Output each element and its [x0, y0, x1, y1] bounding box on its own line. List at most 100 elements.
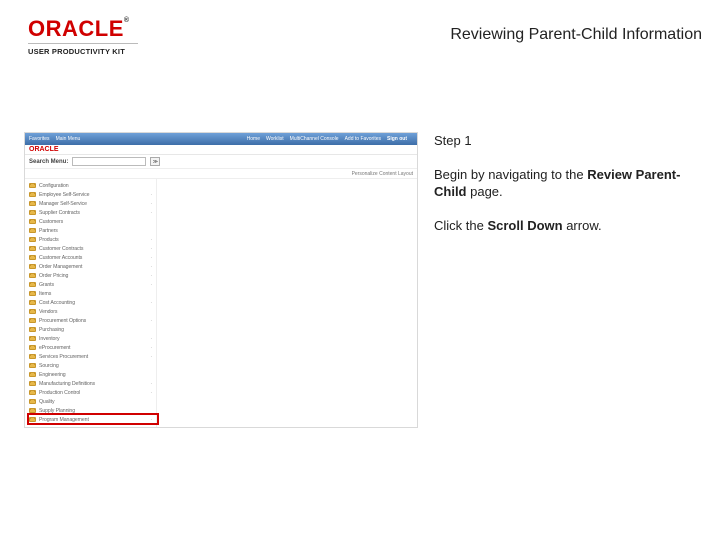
menu-item-label: Products	[39, 237, 59, 243]
menu-item[interactable]: Customers	[29, 217, 154, 226]
menu-item[interactable]: Customer Contracts ·	[29, 244, 154, 253]
instruction-panel: Step 1 Begin by navigating to the Review…	[434, 132, 702, 250]
menu-item-label: Procurement Options	[39, 318, 86, 324]
folder-icon	[29, 336, 36, 341]
menu-item[interactable]: Engineering	[29, 370, 154, 379]
brand-name: ORACLE	[28, 16, 124, 41]
subtoolbar: Personalize Content Layout	[25, 169, 417, 179]
menu-item[interactable]: Production Control ·	[29, 388, 154, 397]
menu-item[interactable]: Grants·	[29, 280, 154, 289]
folder-icon	[29, 309, 36, 314]
menu-item[interactable]: Purchasing	[29, 325, 154, 334]
submenu-indicator-icon: ·	[150, 381, 154, 387]
brand-subtitle: USER PRODUCTIVITY KIT	[28, 47, 138, 56]
menu-item-label: Production Control	[39, 390, 80, 396]
brand-wordmark: ORACLE®	[28, 18, 138, 40]
submenu-indicator-icon: ·	[150, 264, 154, 270]
menu-item[interactable]: Manufacturing Definitions·	[29, 379, 154, 388]
menu-item-label: Employee Self-Service	[39, 192, 89, 198]
folder-icon	[29, 201, 36, 206]
submenu-indicator-icon: ·	[150, 192, 154, 198]
menu-item-label: Program Management	[39, 417, 89, 423]
personalize-link[interactable]: Personalize Content Layout	[352, 171, 413, 177]
submenu-indicator-icon: ·	[150, 246, 154, 252]
menu-item-label: Quality	[39, 399, 54, 405]
folder-icon	[29, 345, 36, 350]
topbar-worklist[interactable]: Worklist	[266, 136, 284, 142]
menu-item-label: Customers	[39, 219, 63, 225]
brand-logo: ORACLE® USER PRODUCTIVITY KIT	[28, 18, 138, 56]
folder-icon	[29, 318, 36, 323]
menu-item[interactable]: Supplier Contracts·	[29, 208, 154, 217]
menu-item-label: Sourcing	[39, 363, 59, 369]
menu-item[interactable]: eProcurement·	[29, 343, 154, 352]
menu-item[interactable]: Partners	[29, 226, 154, 235]
submenu-indicator-icon: ·	[150, 255, 154, 261]
folder-icon	[29, 228, 36, 233]
folder-icon	[29, 372, 36, 377]
submenu-indicator-icon: ·	[150, 336, 154, 342]
search-row: Search Menu: ≫	[25, 155, 417, 169]
page-title: Reviewing Parent-Child Information	[450, 26, 702, 44]
menu-item[interactable]: Inventory·	[29, 334, 154, 343]
instruction-line-1: Begin by navigating to the Review Parent…	[434, 166, 702, 201]
topbar-mainmenu[interactable]: Main Menu	[56, 136, 81, 142]
menu-item-label: Customer Accounts	[39, 255, 82, 261]
menu-item[interactable]: Program Management ·	[29, 415, 154, 424]
folder-icon	[29, 210, 36, 215]
menu-item[interactable]: Order Management ·	[29, 262, 154, 271]
folder-icon	[29, 219, 36, 224]
menu-item-label: Grants	[39, 282, 54, 288]
menu-item-label: Manager Self-Service	[39, 201, 87, 207]
menu-item-label: Order Management	[39, 264, 82, 270]
menu-item[interactable]: Supply Planning	[29, 406, 154, 415]
app-screenshot: Favorites Main Menu Home Worklist MultiC…	[24, 132, 418, 428]
search-label: Search Menu:	[29, 159, 68, 165]
submenu-indicator-icon: ·	[150, 354, 154, 360]
menu-item[interactable]: Vendors	[29, 307, 154, 316]
folder-icon	[29, 291, 36, 296]
menu-item-label: Customer Contracts	[39, 246, 83, 252]
instruction-line-2: Click the Scroll Down arrow.	[434, 217, 702, 235]
topbar-favorites[interactable]: Favorites	[29, 136, 50, 142]
menu-item[interactable]: Order Pricing·	[29, 271, 154, 280]
folder-icon	[29, 408, 36, 413]
submenu-indicator-icon: ·	[150, 390, 154, 396]
menu-item-label: Configuration	[39, 183, 69, 189]
menu-item[interactable]: Sourcing	[29, 361, 154, 370]
menu-item[interactable]: Procurement Options·	[29, 316, 154, 325]
topbar-addfav[interactable]: Add to Favorites	[345, 136, 381, 142]
menu-item[interactable]: Items	[29, 289, 154, 298]
brand-divider	[28, 43, 138, 44]
menu-item-label: Items	[39, 291, 51, 297]
app-topbar: Favorites Main Menu Home Worklist MultiC…	[25, 133, 417, 145]
app-brandbar: ORACLE	[25, 145, 417, 155]
folder-icon	[29, 246, 36, 251]
submenu-indicator-icon: ·	[150, 237, 154, 243]
search-input[interactable]	[72, 157, 146, 166]
folder-icon	[29, 192, 36, 197]
nav-menu[interactable]: ConfigurationEmployee Self-Service·Manag…	[25, 179, 157, 427]
menu-item-label: Cost Accounting	[39, 300, 75, 306]
menu-item-label: Vendors	[39, 309, 57, 315]
folder-icon	[29, 264, 36, 269]
folder-icon	[29, 417, 36, 422]
menu-item[interactable]: Manager Self-Service·	[29, 199, 154, 208]
app-brand-mini: ORACLE	[29, 146, 59, 153]
menu-item[interactable]: Cost Accounting·	[29, 298, 154, 307]
topbar-signout[interactable]: Sign out	[387, 136, 407, 142]
topbar-home[interactable]: Home	[247, 136, 260, 142]
menu-item[interactable]: Employee Self-Service ·	[29, 190, 154, 199]
submenu-indicator-icon: ·	[150, 345, 154, 351]
folder-icon	[29, 237, 36, 242]
search-go-button[interactable]: ≫	[150, 157, 160, 166]
menu-item[interactable]: Customer Accounts ·	[29, 253, 154, 262]
menu-item[interactable]: Quality	[29, 397, 154, 406]
topbar-multichannel[interactable]: MultiChannel Console	[290, 136, 339, 142]
menu-item[interactable]: Services Procurement·	[29, 352, 154, 361]
menu-item[interactable]: Configuration	[29, 181, 154, 190]
menu-item[interactable]: Products ·	[29, 235, 154, 244]
submenu-indicator-icon: ·	[150, 417, 154, 423]
folder-icon	[29, 381, 36, 386]
content-area	[157, 179, 417, 427]
